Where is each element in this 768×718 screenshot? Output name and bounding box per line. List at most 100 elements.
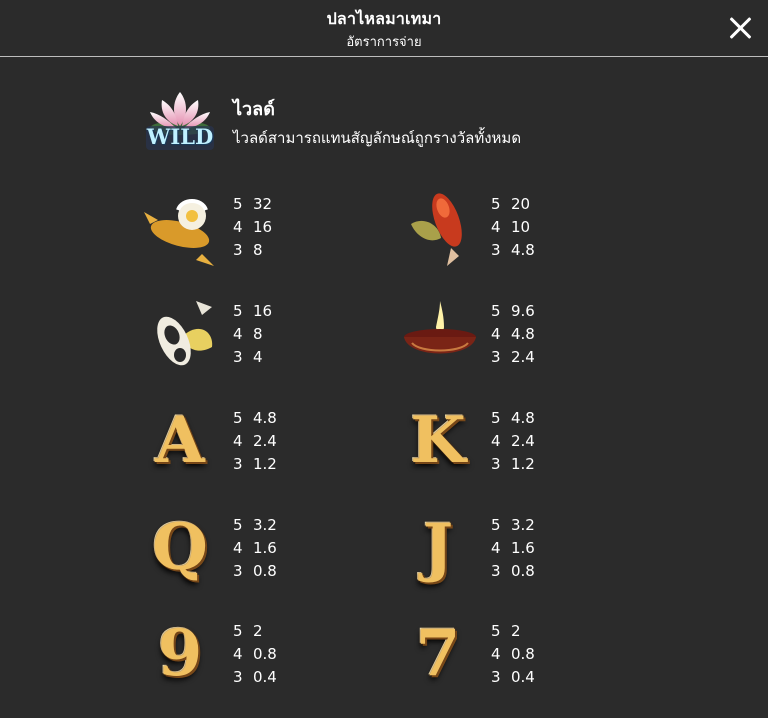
symbol-count: 4 bbox=[491, 218, 501, 236]
payout-value: 1.6 bbox=[511, 539, 535, 557]
letter-j-icon: J bbox=[422, 510, 454, 585]
paytable-black-white-koi: 5 16 48 34 bbox=[233, 300, 272, 369]
payout-value: 10 bbox=[511, 218, 531, 236]
payout-value: 1.2 bbox=[511, 455, 535, 473]
pay-row: 5 32 bbox=[233, 193, 272, 216]
wild-lotus-icon: WILD bbox=[140, 86, 220, 162]
wild-description: ไวลด์สามารถแทนสัญลักษณ์ถูกรางวัลทั้งหมด bbox=[233, 129, 522, 147]
paytable-golden-koi: 5 32 4 16 38 bbox=[233, 193, 272, 262]
page-subtitle: อัตราการจ่าย bbox=[346, 35, 422, 50]
paytable-oil-lamp: 5 9.6 4 4.8 3 2.4 bbox=[491, 300, 535, 369]
symbol-count: 3 bbox=[233, 455, 243, 473]
pay-row: 52 bbox=[491, 620, 535, 643]
symbol-count: 3 bbox=[491, 562, 501, 580]
letter-k-icon: K bbox=[410, 403, 466, 478]
payout-value: 4.8 bbox=[511, 325, 535, 343]
paytable-letter-a: 5 4.8 4 2.4 3 1.2 bbox=[233, 407, 277, 476]
number-9-icon: 9 bbox=[157, 616, 203, 691]
payout-value: 2 bbox=[253, 622, 263, 640]
paytable-number-7: 52 4 0.8 3 0.4 bbox=[491, 620, 535, 689]
symbol-count: 3 bbox=[233, 241, 243, 259]
letter-a-icon: A bbox=[155, 403, 205, 478]
symbol-count: 4 bbox=[233, 645, 243, 663]
pay-row: 38 bbox=[233, 239, 272, 262]
pay-row: 3 1.2 bbox=[491, 453, 535, 476]
symbol-count: 4 bbox=[491, 432, 501, 450]
payout-value: 2 bbox=[511, 622, 521, 640]
pay-row: 4 16 bbox=[233, 216, 272, 239]
symbol-count: 4 bbox=[491, 539, 501, 557]
pay-row: 3 4.8 bbox=[491, 239, 535, 262]
letter-q-icon: Q bbox=[152, 510, 208, 585]
payout-value: 4.8 bbox=[511, 409, 535, 427]
payout-value: 3.2 bbox=[253, 516, 277, 534]
pay-row: 3 0.4 bbox=[491, 666, 535, 689]
pay-row: 5 4.8 bbox=[233, 407, 277, 430]
paytable-letter-k: 5 4.8 4 2.4 3 1.2 bbox=[491, 407, 535, 476]
pay-row: 3 2.4 bbox=[491, 346, 535, 369]
payout-value: 0.8 bbox=[511, 645, 535, 663]
symbol-count: 4 bbox=[233, 218, 243, 236]
pay-row: 4 2.4 bbox=[491, 430, 535, 453]
pay-row: 3 0.4 bbox=[233, 666, 277, 689]
paytable-number-9: 52 4 0.8 3 0.4 bbox=[233, 620, 277, 689]
pay-row: 4 1.6 bbox=[233, 537, 277, 560]
payout-value: 0.8 bbox=[253, 645, 277, 663]
symbol-count: 5 bbox=[491, 622, 501, 640]
payout-value: 32 bbox=[253, 195, 273, 213]
symbol-count: 5 bbox=[233, 195, 243, 213]
payout-value: 8 bbox=[253, 241, 263, 259]
wild-label: WILD bbox=[146, 124, 214, 149]
payout-value: 0.4 bbox=[511, 668, 535, 686]
symbol-count: 5 bbox=[491, 409, 501, 427]
symbol-count: 3 bbox=[233, 562, 243, 580]
payout-value: 2.4 bbox=[511, 348, 535, 366]
symbol-count: 5 bbox=[233, 409, 243, 427]
symbol-count: 3 bbox=[233, 348, 243, 366]
header: ปลาไหลมาเทมา อัตราการจ่าย bbox=[0, 0, 768, 57]
pay-row: 4 10 bbox=[491, 216, 535, 239]
payout-value: 0.8 bbox=[253, 562, 277, 580]
black-white-koi-icon bbox=[142, 297, 222, 377]
payout-value: 0.8 bbox=[511, 562, 535, 580]
payout-value: 8 bbox=[253, 325, 263, 343]
close-icon[interactable] bbox=[726, 14, 754, 42]
pay-row: 5 4.8 bbox=[491, 407, 535, 430]
paytable-red-koi: 5 20 4 10 3 4.8 bbox=[491, 193, 535, 262]
wild-title: ไวลด์ bbox=[233, 99, 275, 120]
symbol-count: 5 bbox=[233, 302, 243, 320]
pay-row: 5 20 bbox=[491, 193, 535, 216]
oil-lamp-icon bbox=[400, 297, 480, 377]
payout-value: 20 bbox=[511, 195, 531, 213]
pay-row: 4 1.6 bbox=[491, 537, 535, 560]
red-koi-icon bbox=[403, 190, 483, 270]
pay-row: 4 0.8 bbox=[491, 643, 535, 666]
symbol-count: 3 bbox=[491, 348, 501, 366]
pay-row: 5 3.2 bbox=[233, 514, 277, 537]
pay-row: 5 16 bbox=[233, 300, 272, 323]
symbol-count: 5 bbox=[233, 516, 243, 534]
pay-row: 5 3.2 bbox=[491, 514, 535, 537]
symbol-count: 4 bbox=[233, 325, 243, 343]
symbol-count: 4 bbox=[233, 432, 243, 450]
symbol-count: 4 bbox=[491, 325, 501, 343]
payout-value: 1.2 bbox=[253, 455, 277, 473]
payout-value: 4.8 bbox=[511, 241, 535, 259]
symbol-count: 5 bbox=[491, 302, 501, 320]
pay-row: 4 2.4 bbox=[233, 430, 277, 453]
payout-value: 9.6 bbox=[511, 302, 535, 320]
symbol-count: 4 bbox=[233, 539, 243, 557]
symbol-count: 3 bbox=[491, 668, 501, 686]
pay-row: 4 4.8 bbox=[491, 323, 535, 346]
payout-value: 0.4 bbox=[253, 668, 277, 686]
symbol-count: 5 bbox=[491, 195, 501, 213]
payout-value: 2.4 bbox=[511, 432, 535, 450]
pay-row: 3 0.8 bbox=[233, 560, 277, 583]
symbol-count: 3 bbox=[233, 668, 243, 686]
payout-value: 2.4 bbox=[253, 432, 277, 450]
page-title: ปลาไหลมาเทมา bbox=[326, 9, 442, 28]
paytable-letter-q: 5 3.2 4 1.6 3 0.8 bbox=[233, 514, 277, 583]
payout-value: 16 bbox=[253, 218, 273, 236]
payout-value: 1.6 bbox=[253, 539, 277, 557]
paytable-letter-j: 5 3.2 4 1.6 3 0.8 bbox=[491, 514, 535, 583]
